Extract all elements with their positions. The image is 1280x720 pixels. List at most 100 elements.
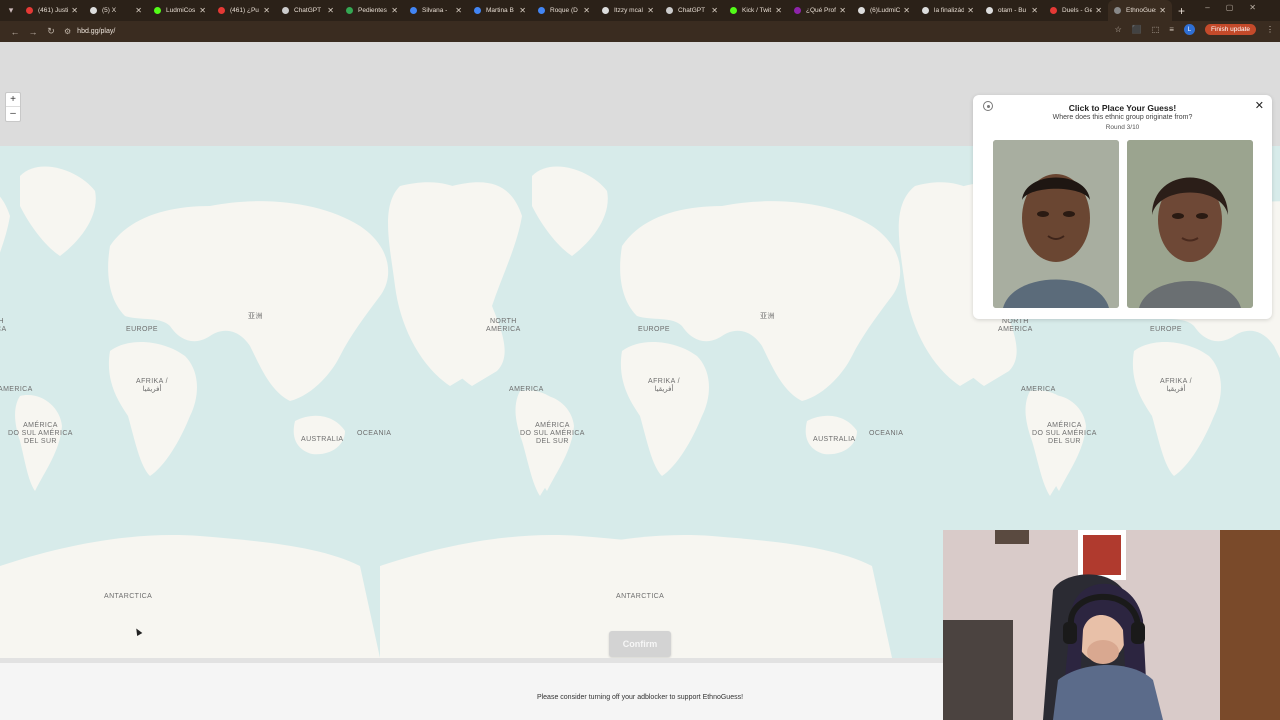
- map-label-africa-3: AFRIKA / أفريقيا: [1160, 378, 1192, 393]
- browser-tab[interactable]: (461) Justi ✕: [20, 0, 84, 21]
- male-face-image: [993, 140, 1119, 308]
- tab-favicon-icon: [538, 7, 545, 14]
- tab-title: LudmiCos: [166, 7, 196, 14]
- map-label-australia-2: AUSTRALIA: [813, 436, 856, 443]
- tab-title: Silvana -: [422, 7, 448, 14]
- site-info-icon[interactable]: ⚙: [64, 27, 71, 36]
- tab-close-icon[interactable]: ✕: [711, 6, 718, 15]
- tab-title: (5) X: [102, 7, 117, 14]
- map-label-south-america: AMÉRICA DO SUL AMÉRICA DEL SUR: [8, 422, 73, 445]
- guess-panel-question: Where does this ethnic group originate f…: [1052, 114, 1193, 121]
- tab-favicon-icon: [794, 7, 801, 14]
- tab-favicon-icon: [346, 7, 353, 14]
- map-label-africa: AFRIKA / أفريقيا: [136, 378, 168, 393]
- map-label-america-3: AMERICA: [1021, 386, 1056, 393]
- map-label-asia: 亚洲: [248, 313, 263, 320]
- browser-tab[interactable]: (5) X ✕: [84, 0, 148, 21]
- tab-close-icon[interactable]: ✕: [967, 6, 974, 15]
- tab-title: Roque (D: [550, 7, 578, 14]
- extensions-puzzle-icon[interactable]: ⬚: [1152, 25, 1160, 34]
- tab-favicon-icon: [410, 7, 417, 14]
- zoom-in-button[interactable]: +: [6, 93, 20, 107]
- map-label-south-america-3: AMÉRICA DO SUL AMÉRICA DEL SUR: [1032, 422, 1097, 445]
- tab-close-icon[interactable]: ✕: [1095, 6, 1102, 15]
- browser-tab[interactable]: Pedientes ✕: [340, 0, 404, 21]
- browser-tab[interactable]: Roque (D ✕: [532, 0, 596, 21]
- address-url[interactable]: hbd.gg/play/: [77, 28, 115, 35]
- webcam-overlay: [943, 530, 1280, 720]
- zoom-out-button[interactable]: –: [6, 107, 20, 121]
- browser-tab[interactable]: Kick / Twit ✕: [724, 0, 788, 21]
- tab-close-icon[interactable]: ✕: [391, 6, 398, 15]
- map-label-oceania: OCEANIA: [357, 430, 392, 437]
- tab-close-icon[interactable]: ✕: [71, 6, 78, 15]
- round-indicator: Round 3/10: [1105, 124, 1140, 131]
- browser-tab-strip: ▾ (461) Justi ✕ (5) X ✕ LudmiCos ✕ (461) ¿Pu ✕ C…: [0, 0, 1280, 21]
- browser-tab[interactable]: (461) ¿Pu ✕: [212, 0, 276, 21]
- browser-tab[interactable]: la finalizád ✕: [916, 0, 980, 21]
- tab-title: ChatGPT: [294, 7, 322, 14]
- tab-close-icon[interactable]: ✕: [1159, 6, 1166, 15]
- map-label-antarctica: ANTARCTICA: [104, 593, 153, 600]
- browser-tab[interactable]: ¿Qué Profe ✕: [788, 0, 852, 21]
- browser-menu-icon[interactable]: ⋮: [1266, 25, 1274, 34]
- bookmark-star-icon[interactable]: ☆: [1115, 25, 1122, 34]
- tab-title: Martina B: [486, 7, 514, 14]
- media-icon[interactable]: ≡: [1169, 25, 1174, 34]
- tab-close-icon[interactable]: ✕: [199, 6, 206, 15]
- tab-title: Duels - Ge: [1062, 7, 1093, 14]
- tab-close-icon[interactable]: ✕: [135, 6, 142, 15]
- browser-tab[interactable]: Itzzy mcal ✕: [596, 0, 660, 21]
- map-label-america-2: AMERICA: [509, 386, 544, 393]
- browser-tab[interactable]: otam - Bu ✕: [980, 0, 1044, 21]
- address-bar[interactable]: ⚙ hbd.gg/play/: [64, 24, 115, 39]
- tab-favicon-icon: [730, 7, 737, 14]
- tab-search-icon[interactable]: ▾: [2, 0, 20, 21]
- new-tab-button[interactable]: +: [1178, 4, 1185, 18]
- tab-title: Pedientes: [358, 7, 387, 14]
- browser-tab[interactable]: Martina B ✕: [468, 0, 532, 21]
- tab-close-icon[interactable]: ✕: [903, 6, 910, 15]
- tab-close-icon[interactable]: ✕: [519, 6, 526, 15]
- browser-tab[interactable]: ChatGPT ✕: [276, 0, 340, 21]
- map-label-oceania-2: OCEANIA: [869, 430, 904, 437]
- map-label-north-america-partial: HCA: [0, 318, 7, 333]
- tab-title: otam - Bu: [998, 7, 1027, 14]
- tab-close-icon[interactable]: ✕: [1031, 6, 1038, 15]
- tab-close-icon[interactable]: ✕: [647, 6, 654, 15]
- map-label-europe-2: EUROPE: [638, 326, 670, 333]
- browser-tab[interactable]: Silvana - ✕: [404, 0, 468, 21]
- close-panel-icon[interactable]: ✕: [1255, 99, 1264, 112]
- tab-close-icon[interactable]: ✕: [775, 6, 782, 15]
- browser-tab[interactable]: (6)LudmiC ✕: [852, 0, 916, 21]
- tab-favicon-icon: [282, 7, 289, 14]
- browser-tab[interactable]: ChatGPT ✕: [660, 0, 724, 21]
- tab-favicon-icon: [474, 7, 481, 14]
- browser-tab[interactable]: EthnoGues ✕: [1108, 0, 1172, 21]
- tab-close-icon[interactable]: ✕: [583, 6, 590, 15]
- forward-icon[interactable]: →: [24, 27, 42, 37]
- tab-close-icon[interactable]: ✕: [839, 6, 846, 15]
- tab-favicon-icon: [1114, 7, 1121, 14]
- back-icon[interactable]: ←: [6, 27, 24, 37]
- browser-tab[interactable]: Duels - Ge ✕: [1044, 0, 1108, 21]
- profile-avatar[interactable]: L: [1183, 24, 1195, 35]
- female-face-image: [1127, 140, 1253, 308]
- window-controls[interactable]: –▢✕: [1205, 3, 1272, 12]
- finish-update-button[interactable]: Finish update: [1204, 24, 1256, 35]
- extension-icon[interactable]: ⬛: [1132, 25, 1142, 34]
- browser-tab[interactable]: LudmiCos ✕: [148, 0, 212, 21]
- tab-title: la finalizád: [934, 7, 965, 14]
- reload-icon[interactable]: ↻: [42, 26, 60, 37]
- confirm-button[interactable]: Confirm: [609, 631, 671, 657]
- tab-favicon-icon: [666, 7, 673, 14]
- tab-favicon-icon: [218, 7, 225, 14]
- tab-close-icon[interactable]: ✕: [263, 6, 270, 15]
- tab-favicon-icon: [986, 7, 993, 14]
- tab-favicon-icon: [1050, 7, 1057, 14]
- map-label-north-america-3: NORTH AMERICA: [998, 318, 1033, 333]
- tab-title: EthnoGues: [1126, 7, 1157, 14]
- tab-close-icon[interactable]: ✕: [327, 6, 334, 15]
- map-label-africa-2: AFRIKA / أفريقيا: [648, 378, 680, 393]
- tab-close-icon[interactable]: ✕: [455, 6, 462, 15]
